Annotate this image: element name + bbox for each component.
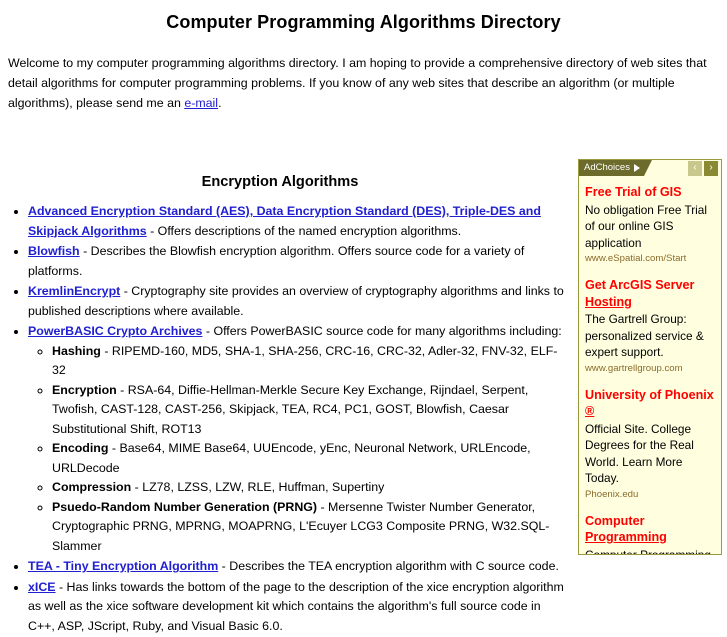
email-link[interactable]: e-mail xyxy=(184,96,218,110)
sub-list-item: Compression - LZ78, LZSS, LZW, RLE, Huff… xyxy=(52,478,568,498)
ad-title[interactable]: Get ArcGIS Server Hosting xyxy=(585,277,715,310)
algo-description: - Offers PowerBASIC source code for many… xyxy=(202,324,562,338)
algo-link[interactable]: KremlinEncrypt xyxy=(28,284,120,298)
sub-list-item: Encryption - RSA-64, Diffie-Hellman-Merk… xyxy=(52,381,568,440)
sub-list-item: Encoding - Base64, MIME Base64, UUEncode… xyxy=(52,439,568,478)
algo-link[interactable]: xICE xyxy=(28,580,56,594)
sub-item-label: Encoding xyxy=(52,441,109,455)
ad-title[interactable]: Computer Programming xyxy=(585,513,715,546)
ad-item[interactable]: Free Trial of GIS No obligation Free Tri… xyxy=(585,184,715,266)
ad-header: AdChoices ‹ › xyxy=(579,159,721,176)
ad-text: No obligation Free Trial of our online G… xyxy=(585,202,707,250)
algo-description: - Describes the TEA encryption algorithm… xyxy=(218,559,559,573)
algo-link[interactable]: Blowfish xyxy=(28,244,80,258)
ad-title-plain: Get ArcGIS Server xyxy=(585,278,695,292)
ad-title-plain: Free Trial of GIS xyxy=(585,185,682,199)
algo-link[interactable]: PowerBASIC Crypto Archives xyxy=(28,324,202,338)
ad-title-plain: Computer xyxy=(585,513,645,528)
ad-title-plain: University of Phoenix xyxy=(585,387,714,402)
ad-text: The Gartrell Group: personalized service… xyxy=(585,312,704,359)
ad-title[interactable]: Free Trial of GIS xyxy=(585,184,715,201)
powerbasic-sublist: Hashing - RIPEMD-160, MD5, SHA-1, SHA-25… xyxy=(28,342,568,557)
adchoices-label: AdChoices xyxy=(584,162,630,173)
sub-item-label: Compression xyxy=(52,480,132,494)
ad-sidebar-panel: AdChoices ‹ › Free Trial of GIS No oblig… xyxy=(578,159,722,555)
ad-nav-controls: ‹ › xyxy=(688,160,721,176)
list-item: TEA - Tiny Encryption Algorithm - Descri… xyxy=(28,557,568,577)
algo-link[interactable]: TEA - Tiny Encryption Algorithm xyxy=(28,559,218,573)
ad-title[interactable]: University of Phoenix ® xyxy=(585,387,715,420)
ad-url: www.eSpatial.com/Start xyxy=(585,253,687,264)
chevron-right-icon[interactable]: › xyxy=(704,160,718,176)
list-item: Advanced Encryption Standard (AES), Data… xyxy=(28,202,568,241)
main-content-column: Encryption Algorithms Advanced Encryptio… xyxy=(0,174,572,636)
list-item: xICE - Has links towards the bottom of t… xyxy=(28,578,568,637)
sub-item-label: Encryption xyxy=(52,382,117,397)
ad-text: Computer Programming xyxy=(585,547,711,555)
list-item: KremlinEncrypt - Cryptography site provi… xyxy=(28,282,568,321)
list-item: Blowfish - Describes the Blowfish encryp… xyxy=(28,242,568,281)
chevron-left-icon[interactable]: ‹ xyxy=(688,160,702,176)
ad-title-underlined: Programming xyxy=(585,530,667,544)
sub-list-item: Hashing - RIPEMD-160, MD5, SHA-1, SHA-25… xyxy=(52,342,568,381)
sub-list-item: Psuedo-Random Number Generation (PRNG) -… xyxy=(52,498,568,557)
adchoices-tab[interactable]: AdChoices xyxy=(579,160,652,176)
algo-description: - Has links towards the bottom of the pa… xyxy=(28,579,564,633)
page-title: Computer Programming Algorithms Director… xyxy=(166,12,561,32)
ad-url: Phoenix.edu xyxy=(585,488,639,500)
sub-item-description: - RIPEMD-160, MD5, SHA-1, SHA-256, CRC-1… xyxy=(52,343,558,378)
intro-text-after: . xyxy=(218,96,222,110)
list-item: PowerBASIC Crypto Archives - Offers Powe… xyxy=(28,322,568,556)
encryption-algorithms-list: Advanced Encryption Standard (AES), Data… xyxy=(0,202,568,636)
sub-item-label: Hashing xyxy=(52,343,101,358)
ad-body: Free Trial of GIS No obligation Free Tri… xyxy=(579,176,721,555)
ad-item[interactable]: Computer Programming Computer Programmin… xyxy=(585,513,715,555)
sub-item-description: - Base64, MIME Base64, UUEncode, yEnc, N… xyxy=(52,441,531,475)
ad-title-underlined: ® xyxy=(585,404,595,418)
ad-url: www.gartrellgroup.com xyxy=(585,362,683,374)
ad-item[interactable]: Get ArcGIS Server Hosting The Gartrell G… xyxy=(585,277,715,376)
sub-item-description: - RSA-64, Diffie-Hellman-Merkle Secure K… xyxy=(52,382,529,436)
algo-description: - Offers descriptions of the named encry… xyxy=(146,223,462,238)
triangle-right-icon xyxy=(633,164,640,172)
intro-paragraph: Welcome to my computer programming algor… xyxy=(8,53,719,113)
section-title-encryption: Encryption Algorithms xyxy=(201,174,359,190)
intro-text-before: Welcome to my computer programming algor… xyxy=(8,56,707,110)
sub-item-description: - LZ78, LZSS, LZW, RLE, Huffman, Superti… xyxy=(131,480,385,494)
ad-item[interactable]: University of Phoenix ® Official Site. C… xyxy=(585,387,715,502)
sub-item-label: Psuedo-Random Number Generation (PRNG) xyxy=(52,499,318,514)
algo-description: - Describes the Blowfish encryption algo… xyxy=(28,244,525,278)
ad-title-underlined: Hosting xyxy=(585,294,632,309)
ad-text: Official Site. College Degrees for the R… xyxy=(585,421,694,486)
